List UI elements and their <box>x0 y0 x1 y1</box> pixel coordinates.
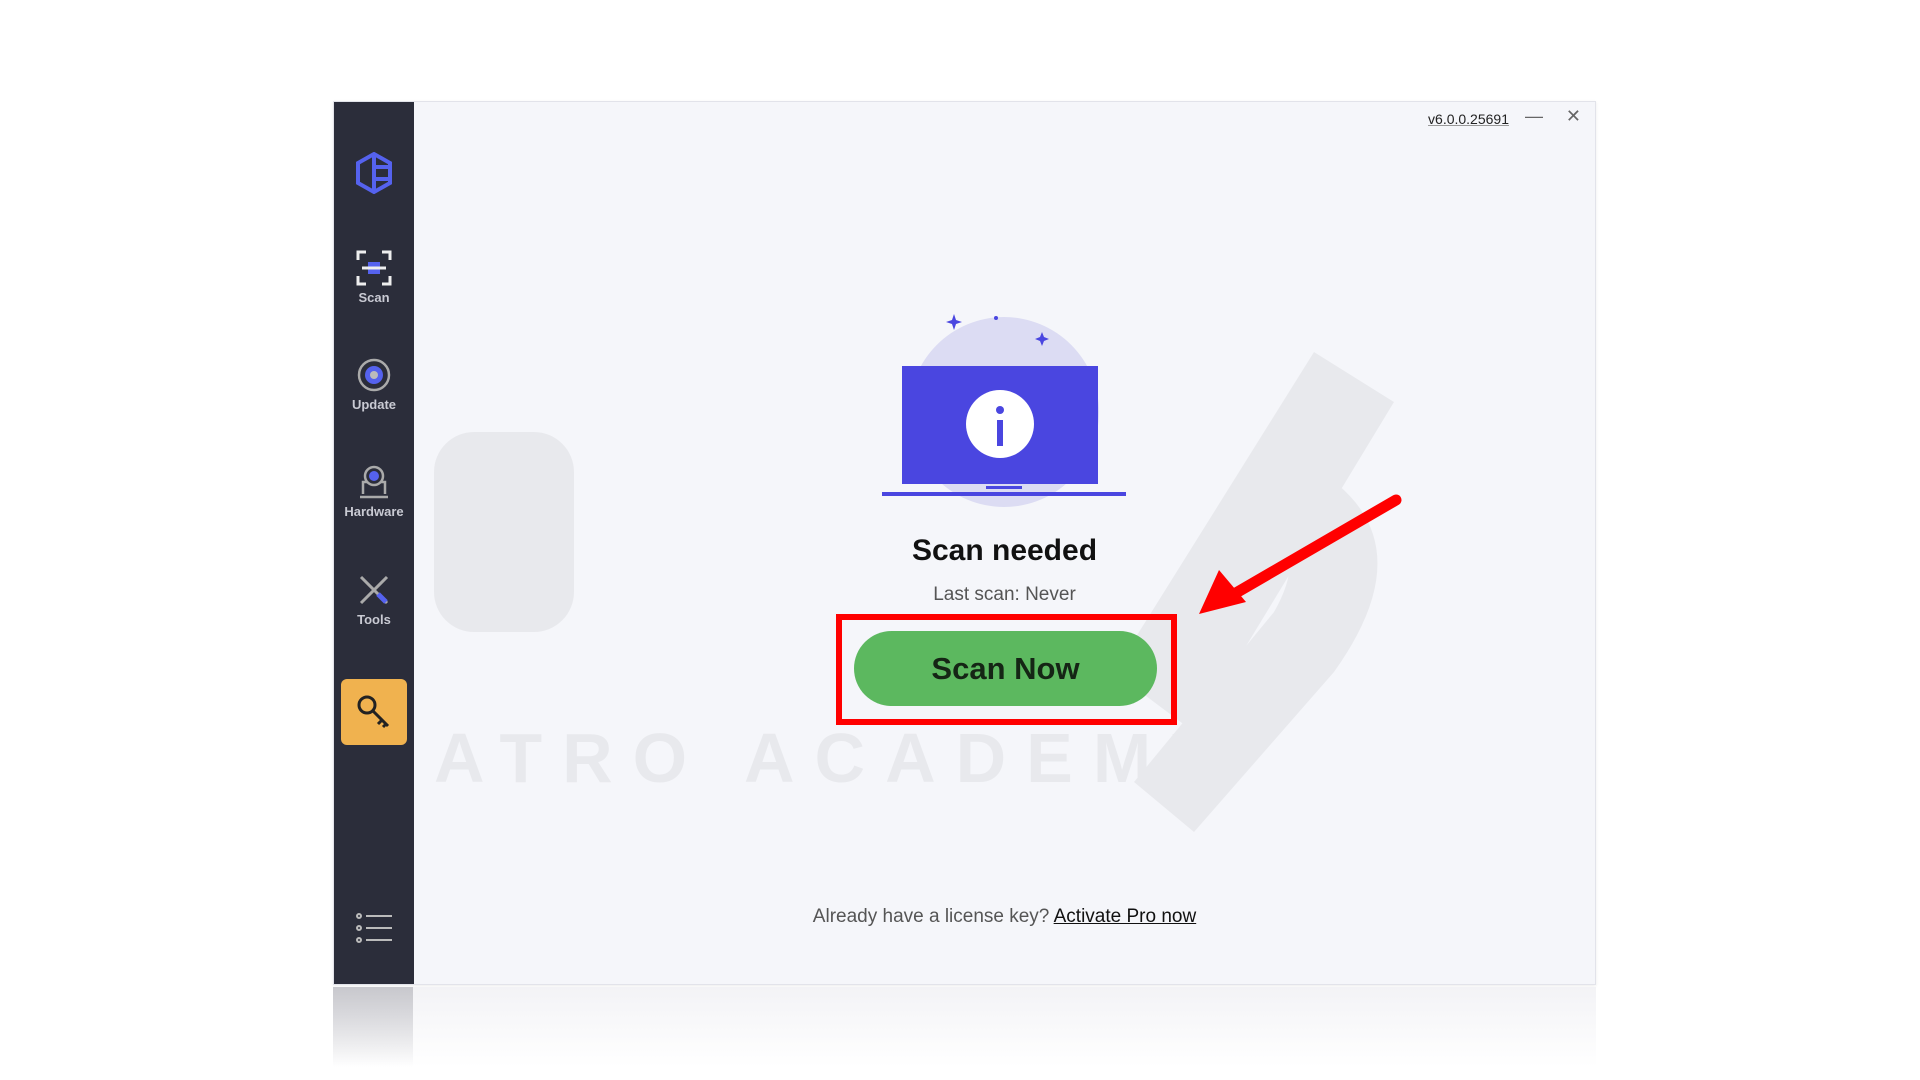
minimize-button[interactable]: — <box>1525 106 1543 127</box>
list-icon[interactable] <box>356 912 392 944</box>
window-reflection <box>333 987 1596 1067</box>
sidebar: Scan Update Hardware Tools <box>334 102 414 984</box>
red-arrow-annotation <box>1199 494 1402 614</box>
sidebar-item-label: Update <box>351 397 397 412</box>
close-button[interactable]: ✕ <box>1566 106 1581 127</box>
scan-status-title: Scan needed <box>911 534 1098 567</box>
activate-pro-link[interactable]: Activate Pro now <box>1054 906 1197 927</box>
sidebar-item-label: Scan <box>358 290 390 305</box>
version-label[interactable]: v6.0.0.25691 <box>1428 111 1509 127</box>
last-scan-label: Last scan: Never <box>933 584 1076 605</box>
scan-now-button[interactable]: Scan Now <box>854 631 1157 706</box>
license-footer: Already have a license key? Activate Pro… <box>414 906 1595 928</box>
key-icon <box>357 695 390 729</box>
sidebar-item-hardware[interactable]: Hardware <box>334 464 414 519</box>
update-icon <box>357 358 391 392</box>
activate-key-button[interactable] <box>341 679 407 745</box>
footer-text: Already have a license key? <box>812 906 1050 927</box>
laptop-info-illustration <box>882 314 1126 507</box>
app-window: ATRO ACADEMY Scan Update Hardware Tools … <box>333 101 1596 985</box>
hexagon-logo <box>356 152 392 194</box>
tools-icon <box>359 575 389 605</box>
svg-text:ATRO ACADEMY: ATRO ACADEMY <box>434 719 1238 797</box>
sidebar-item-label: Hardware <box>344 504 404 519</box>
sidebar-item-scan[interactable]: Scan <box>334 250 414 305</box>
sidebar-item-label: Tools <box>357 612 391 627</box>
sidebar-item-tools[interactable]: Tools <box>334 572 414 627</box>
hardware-icon <box>360 465 388 499</box>
sidebar-item-update[interactable]: Update <box>334 357 414 412</box>
scan-icon <box>356 250 392 286</box>
